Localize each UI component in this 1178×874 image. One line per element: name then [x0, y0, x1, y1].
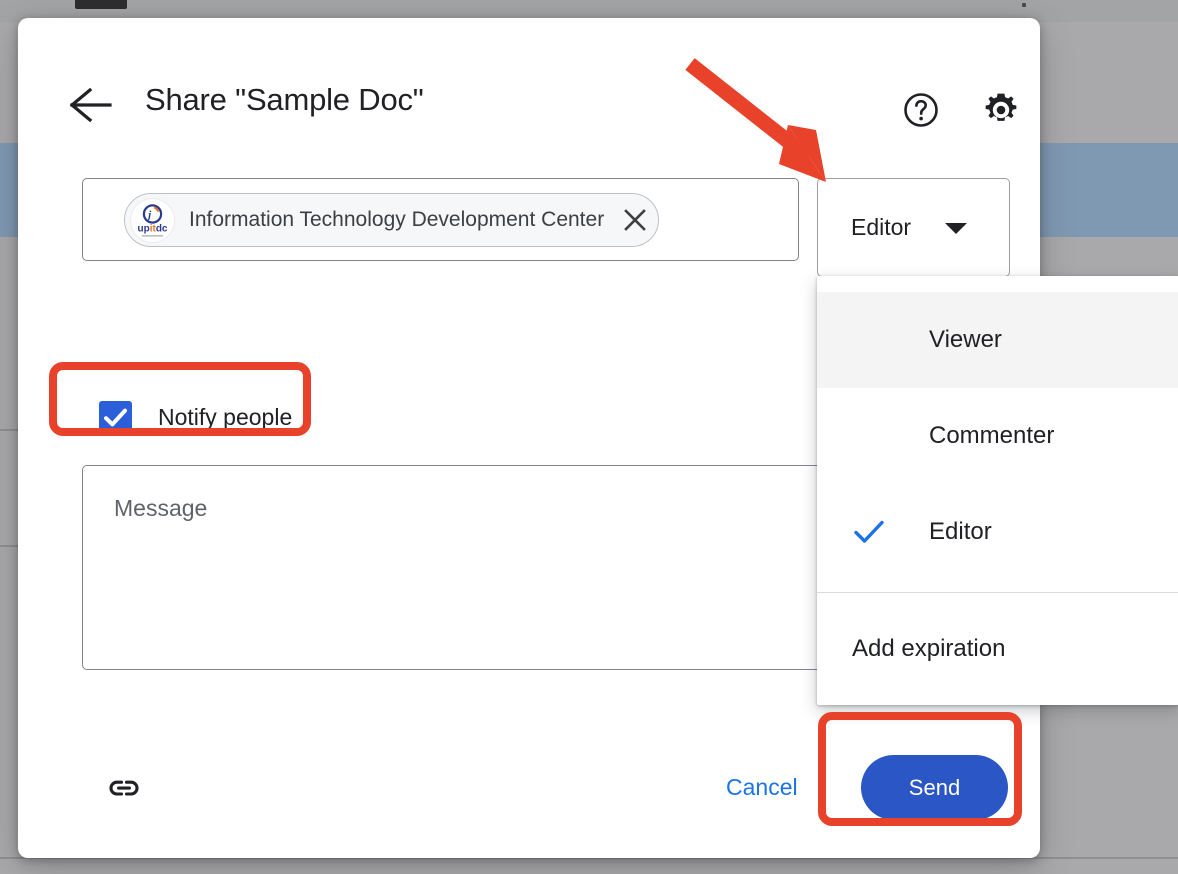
- recipient-chip-label: Information Technology Development Cente…: [189, 208, 605, 231]
- notify-people-checkbox[interactable]: [99, 401, 132, 434]
- menu-item-commenter[interactable]: Commenter: [817, 388, 1178, 484]
- menu-item-editor[interactable]: Editor: [817, 484, 1178, 580]
- close-icon[interactable]: [620, 205, 650, 235]
- backdrop-top-dot: [1022, 3, 1026, 7]
- send-button[interactable]: Send: [861, 755, 1008, 820]
- share-dialog: Share "Sample Doc" j upitdc Information …: [18, 18, 1178, 858]
- dialog-header: Share "Sample Doc": [18, 18, 1040, 158]
- menu-item-viewer[interactable]: Viewer: [817, 292, 1178, 388]
- check-icon: [853, 518, 885, 546]
- menu-item-label: Viewer: [929, 326, 1002, 353]
- chevron-down-icon: [945, 222, 967, 234]
- avatar: j upitdc: [130, 197, 175, 243]
- recipient-input-field[interactable]: j upitdc Information Technology Developm…: [82, 178, 799, 261]
- menu-item-label: Add expiration: [852, 635, 1006, 662]
- page-title: Share "Sample Doc": [145, 82, 424, 117]
- message-placeholder: Message: [114, 495, 208, 521]
- role-dropdown-menu: Viewer Commenter Editor Add expiration: [817, 276, 1178, 705]
- role-dropdown-button[interactable]: Editor: [817, 178, 1010, 277]
- role-dropdown-label: Editor: [851, 214, 912, 240]
- svg-text:upitdc: upitdc: [138, 223, 168, 234]
- notify-people-label: Notify people: [158, 404, 293, 430]
- menu-item-label: Commenter: [929, 422, 1055, 449]
- menu-item-add-expiration[interactable]: Add expiration: [817, 593, 1178, 705]
- menu-item-label: Editor: [929, 518, 992, 545]
- cancel-button[interactable]: Cancel: [726, 774, 798, 801]
- backdrop-top-chip: [75, 0, 127, 9]
- notify-people-row[interactable]: Notify people: [99, 401, 292, 434]
- gear-icon[interactable]: [982, 91, 1020, 129]
- link-icon[interactable]: [106, 770, 142, 806]
- help-circle-icon[interactable]: [902, 91, 940, 129]
- recipient-chip[interactable]: j upitdc Information Technology Developm…: [124, 193, 660, 247]
- back-arrow-icon[interactable]: [68, 85, 112, 125]
